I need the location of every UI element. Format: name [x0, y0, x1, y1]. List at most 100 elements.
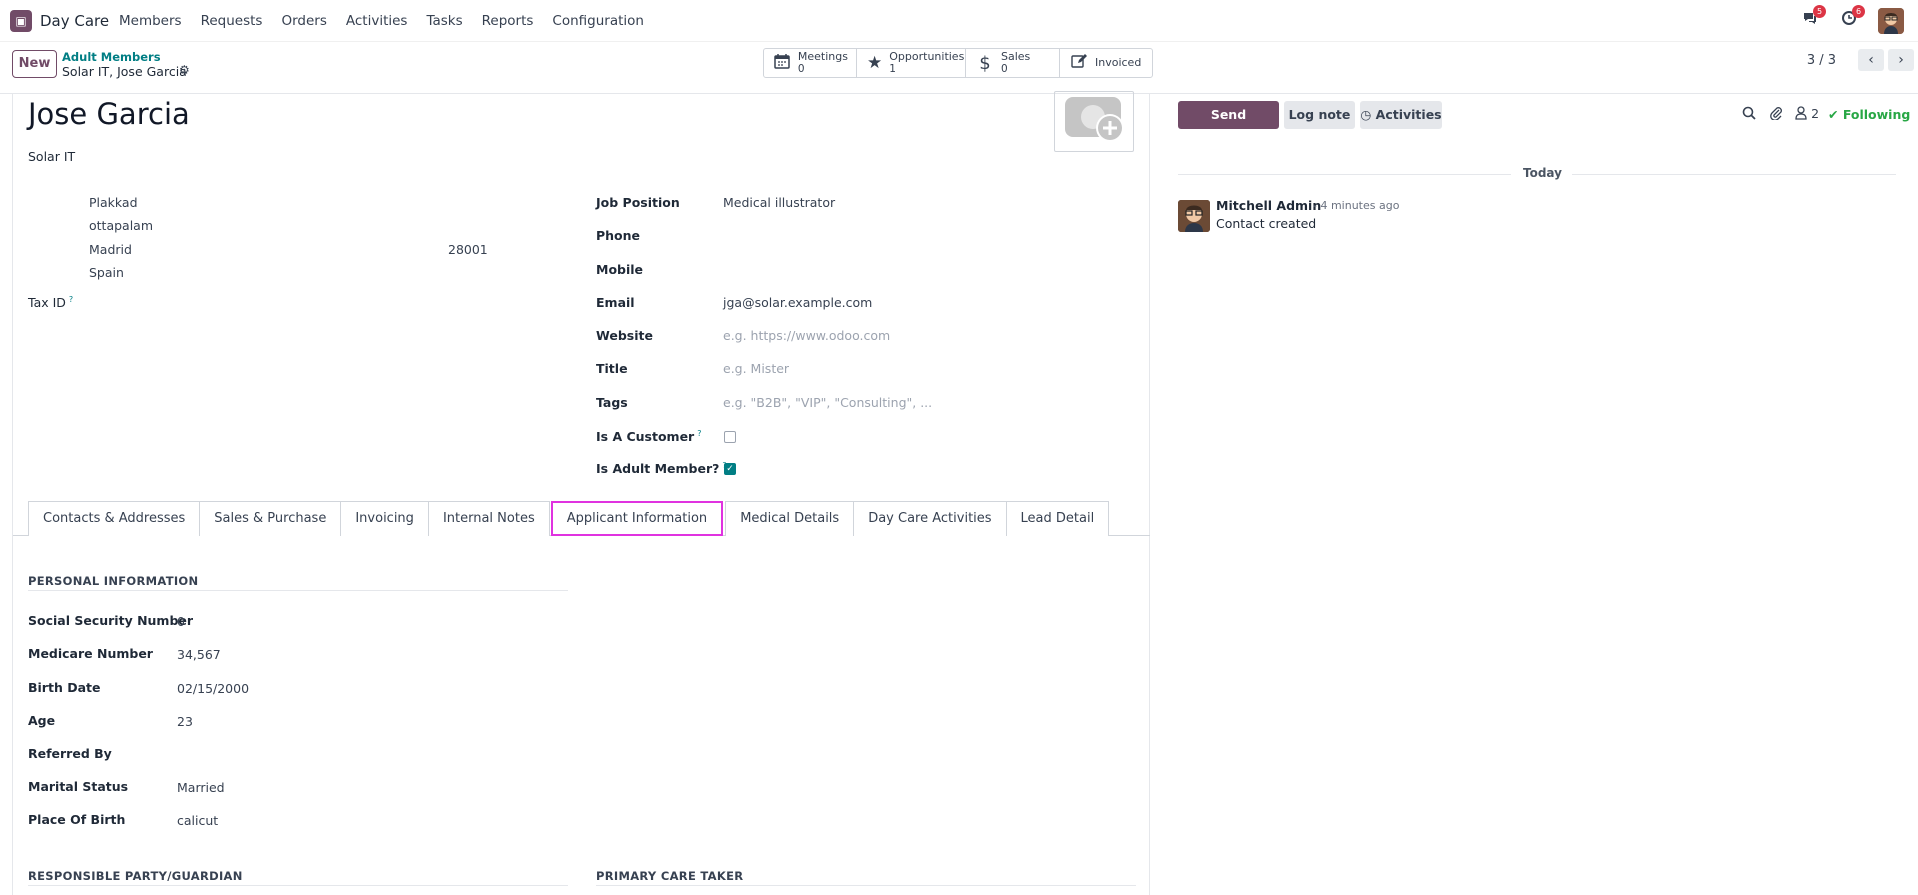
author-avatar[interactable] [1178, 200, 1210, 232]
tags-field[interactable]: e.g. "B2B", "VIP", "Consulting", ... [723, 395, 932, 410]
log-note-button[interactable]: Log note [1284, 101, 1355, 129]
tab-lead-detail[interactable]: Lead Detail [1005, 501, 1110, 536]
app-name[interactable]: Day Care [40, 12, 109, 30]
medicare-number-field[interactable]: 34,567 [177, 647, 221, 662]
title-label: Title [596, 361, 628, 376]
messages-icon[interactable]: 5 [1797, 5, 1826, 34]
menu-item-requests[interactable]: Requests [201, 13, 263, 29]
followers-count: 2 [1811, 106, 1820, 121]
address-country[interactable]: Spain [89, 265, 124, 280]
menu-item-activities[interactable]: Activities [346, 13, 408, 29]
is-adult-member-text: Is Adult Member? [596, 461, 720, 477]
pager-next-button[interactable]: › [1888, 49, 1914, 71]
edit-icon [1070, 53, 1088, 74]
birth-date-field[interactable]: 02/15/2000 [177, 681, 249, 696]
referred-by-label: Referred By [28, 746, 112, 761]
breadcrumb-current: Solar IT, Jose Garcia [62, 64, 187, 79]
tax-id-label: Tax ID? [28, 295, 73, 310]
tab-day-care-activities[interactable]: Day Care Activities [853, 501, 1007, 536]
ssn-field[interactable]: 0 [177, 614, 185, 629]
tab-contacts-addresses[interactable]: Contacts & Addresses [28, 501, 201, 536]
following-button[interactable]: ✔ Following [1828, 107, 1910, 122]
title-field[interactable]: e.g. Mister [723, 361, 789, 376]
guardian-section-title: RESPONSIBLE PARTY/GUARDIAN [28, 869, 243, 883]
email-field[interactable]: jga@solar.example.com [723, 295, 872, 310]
help-tooltip-icon[interactable]: ? [697, 429, 701, 438]
birth-date-label: Birth Date [28, 680, 101, 695]
image-upload[interactable] [1054, 91, 1134, 152]
activities-badge: 6 [1852, 5, 1865, 18]
paperclip-icon[interactable] [1769, 106, 1783, 124]
new-button[interactable]: New [12, 50, 57, 78]
section-divider [28, 590, 568, 591]
star-icon: ★ [867, 53, 883, 73]
phone-label: Phone [596, 228, 641, 243]
invoiced-smart-button[interactable]: Invoiced [1060, 49, 1152, 77]
calendar-icon [774, 53, 791, 74]
job-position-field[interactable]: Medical illustrator [723, 195, 835, 210]
main-menu: Members Requests Orders Activities Tasks… [119, 13, 663, 29]
search-icon[interactable] [1742, 106, 1756, 124]
place-of-birth-label: Place Of Birth [28, 812, 126, 827]
tags-label: Tags [596, 395, 628, 410]
control-panel: New Adult Members Solar IT, Jose Garcia … [0, 42, 1918, 94]
dollar-icon: $ [979, 52, 991, 74]
personal-information-title: PERSONAL INFORMATION [28, 574, 199, 588]
menu-item-members[interactable]: Members [119, 13, 182, 29]
address-city[interactable]: Madrid [89, 242, 132, 257]
clock-icon: ◷ [1360, 107, 1372, 122]
referred-by-field[interactable] [177, 747, 557, 763]
tab-invoicing[interactable]: Invoicing [340, 501, 429, 536]
mobile-field[interactable] [723, 262, 1143, 278]
tab-applicant-information[interactable]: Applicant Information [550, 501, 724, 536]
today-label: Today [1523, 166, 1562, 180]
meetings-value: 0 [797, 63, 805, 75]
menu-item-tasks[interactable]: Tasks [426, 13, 462, 29]
marital-status-field[interactable]: Married [177, 780, 225, 795]
pager-counter[interactable]: 3 / 3 [1807, 53, 1836, 68]
help-tooltip-icon[interactable]: ? [69, 295, 73, 304]
pager-previous-button[interactable]: ‹ [1858, 49, 1884, 71]
date-divider [1178, 174, 1511, 175]
menu-item-configuration[interactable]: Configuration [552, 13, 644, 29]
breadcrumb-parent-link[interactable]: Adult Members [62, 50, 161, 64]
app-logo-icon[interactable]: ▣ [10, 10, 32, 32]
ssn-label: Social Security Number [28, 613, 194, 628]
medicare-number-label: Medicare Number [28, 646, 153, 661]
form-sheet: Jose Garcia Solar IT Plakkad ottapalam M… [12, 91, 1151, 895]
message-author[interactable]: Mitchell Admin [1216, 198, 1321, 213]
user-avatar[interactable] [1878, 8, 1904, 34]
sales-value: 0 [1001, 63, 1008, 75]
phone-field[interactable] [723, 228, 1143, 244]
activities-button[interactable]: ◷ Activities [1360, 101, 1442, 129]
partner-name[interactable]: Jose Garcia [28, 97, 190, 131]
menu-item-reports[interactable]: Reports [482, 13, 534, 29]
tab-internal-notes[interactable]: Internal Notes [427, 501, 550, 536]
send-message-button[interactable]: Send message [1178, 101, 1279, 150]
sales-smart-button[interactable]: $ Sales 0 [966, 49, 1060, 77]
activity-clock-icon[interactable]: 6 [1836, 5, 1865, 34]
meetings-smart-button[interactable]: Meetings 0 [764, 49, 857, 77]
menu-item-orders[interactable]: Orders [281, 13, 326, 29]
address-zip[interactable]: 28001 [448, 242, 488, 257]
notebook-tabs: Contacts & Addresses Sales & Purchase In… [28, 501, 1110, 536]
meetings-label: Meetings [797, 50, 848, 63]
place-of-birth-field[interactable]: calicut [177, 813, 218, 828]
opportunities-smart-button[interactable]: ★ Opportunities 1 [857, 49, 966, 77]
address-street2[interactable]: ottapalam [89, 218, 153, 233]
is-customer-checkbox[interactable] [724, 431, 736, 443]
opportunities-label: Opportunities [889, 50, 965, 63]
age-field[interactable]: 23 [177, 714, 193, 729]
invoiced-label: Invoiced [1095, 56, 1142, 69]
followers-icon[interactable]: 2 [1795, 106, 1819, 124]
tab-sales-purchase[interactable]: Sales & Purchase [199, 501, 342, 536]
message-time: - 4 minutes ago [1313, 199, 1400, 212]
gear-icon[interactable]: ⚙ [179, 63, 190, 77]
company-name[interactable]: Solar IT [28, 149, 75, 164]
is-adult-member-label: Is Adult Member?? [596, 461, 727, 476]
is-adult-member-checkbox[interactable]: ✓ [724, 463, 736, 475]
following-label: Following [1842, 107, 1911, 122]
tab-medical-details[interactable]: Medical Details [725, 501, 855, 536]
website-field[interactable]: e.g. https://www.odoo.com [723, 328, 890, 343]
address-street[interactable]: Plakkad [89, 195, 138, 210]
